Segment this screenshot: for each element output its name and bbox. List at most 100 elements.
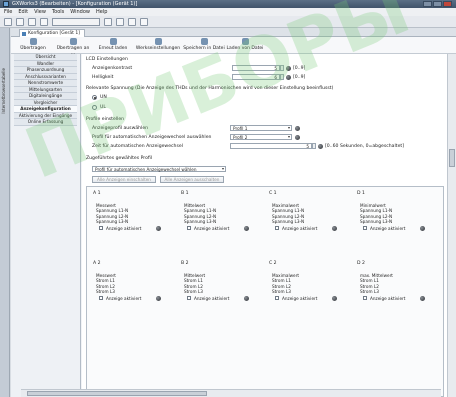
menu-window[interactable]: Window — [70, 8, 90, 16]
reload-icon — [109, 38, 117, 45]
display-enabled-checkbox[interactable] — [275, 225, 279, 230]
menu-help[interactable]: Help — [96, 8, 107, 16]
display-enabled-checkbox[interactable] — [187, 295, 191, 300]
toolbar-combo[interactable] — [52, 17, 100, 26]
side-panel-label: Internetbrowsertabelle — [1, 68, 6, 114]
auto-time-spinner[interactable] — [312, 143, 316, 149]
tab-configuration[interactable]: Konfiguration [Gerät 1] — [19, 29, 85, 37]
menu-edit[interactable]: Edit — [18, 8, 28, 16]
display-grid-panel: A 1 B 1 C 1 D 1 Messwert Spannung L1-N Spannun… — [86, 186, 444, 397]
window-controls — [423, 1, 452, 7]
nav-item[interactable]: Online Erfassung — [14, 119, 77, 126]
contrast-range: [0..9] — [293, 66, 306, 71]
brightness-spinner[interactable] — [280, 74, 284, 80]
horizontal-scrollbar[interactable] — [21, 389, 441, 397]
contrast-spinner[interactable] — [280, 65, 284, 71]
contrast-field[interactable]: 5 — [232, 65, 280, 71]
maximize-button[interactable] — [433, 1, 442, 7]
editor-tab-row: Konfiguration [Gerät 1] — [11, 28, 456, 37]
voltage-section-title: Relevante Spannung (Die Anzeige des THDs… — [86, 86, 334, 91]
minimize-button[interactable] — [423, 1, 432, 7]
nav-item[interactable]: Anzeigekonfiguration — [14, 106, 77, 113]
display-enabled-label: Anzeige aktiviert — [370, 225, 406, 231]
reload-label: Erneut laden — [98, 46, 128, 51]
window-icon[interactable] — [128, 17, 136, 26]
close-button[interactable] — [443, 1, 452, 7]
profile-select[interactable]: Profil 1 — [230, 125, 292, 131]
config-nav: Übersicht Wandler Phasenzuordnung Anschluss… — [11, 54, 81, 397]
save-icon[interactable] — [16, 17, 24, 26]
factory-settings-button[interactable]: Werkseinstellungen — [135, 38, 181, 51]
load-file-label: Laden von Datei — [226, 46, 264, 51]
display-enabled-label: Anzeige aktiviert — [282, 295, 318, 301]
display-enabled-checkbox[interactable] — [187, 225, 191, 230]
load-file-icon — [241, 38, 249, 45]
card-body: Minimalwert Spannung L1-N Spannung L2-N Spa… — [357, 203, 434, 232]
display-enabled-label: Anzeige aktiviert — [194, 225, 230, 231]
menu-tools[interactable]: Tools — [52, 8, 64, 16]
main-toolbar — [0, 16, 456, 28]
gear-icon[interactable] — [116, 17, 124, 26]
brightness-field[interactable]: 6 — [232, 74, 280, 80]
radio-un-label: UN — [100, 95, 107, 100]
reload-button[interactable]: Erneut laden — [95, 38, 131, 51]
page-toolbar: Übertragen Übertragen an ... Erneut lade… — [11, 37, 456, 56]
display-enabled-checkbox[interactable] — [275, 295, 279, 300]
display-enabled-checkbox[interactable] — [363, 225, 367, 230]
window-titlebar: GXWorks3 (Bearbeiten) - [Konfiguration (… — [0, 0, 456, 8]
card-status-icon — [332, 225, 337, 231]
save-to-file-button[interactable]: Speichern in Datei — [183, 38, 225, 51]
grid-column-header: D 2 — [357, 261, 365, 266]
horizontal-scroll-thumb[interactable] — [27, 391, 207, 396]
profile-select-label: Anzeigeprofil auswählen — [92, 126, 149, 131]
grid-column-header: A 2 — [93, 261, 101, 266]
card-line: Strom L3 — [360, 289, 379, 295]
menu-view[interactable]: View — [34, 8, 46, 16]
display-enabled-checkbox[interactable] — [99, 225, 103, 230]
settings-icon[interactable] — [104, 17, 112, 26]
radio-un[interactable] — [92, 95, 97, 100]
profile-view-select[interactable]: Profil für automatischen Anzeigewechsel … — [92, 166, 226, 172]
menu-file[interactable]: File — [4, 8, 12, 16]
display-card: Messwert Spannung L1-N Spannung L2-N Spannu… — [93, 203, 170, 232]
vertical-scroll-thumb[interactable] — [449, 149, 455, 167]
display-enabled-checkbox[interactable] — [363, 295, 367, 300]
all-off-button[interactable]: Alle Anzeigen ausschalten — [160, 176, 224, 183]
upload-to-icon — [69, 38, 77, 45]
auto-profile-select[interactable]: Profil 2 — [230, 134, 292, 140]
card-status-icon — [244, 225, 249, 231]
display-card: Minimalwert Spannung L1-N Spannung L2-N Spa… — [357, 203, 434, 232]
card-body: Maximalwert Strom L1 Strom L2 Strom L3 Anzei… — [269, 273, 346, 302]
selected-profile-title: Zugeführtes gewähltes Profil — [86, 156, 153, 161]
load-from-file-button[interactable]: Laden von Datei — [225, 38, 265, 51]
card-status-icon — [244, 295, 249, 301]
card-body: Messwert Strom L1 Strom L2 Strom L3 Anzeige … — [93, 273, 170, 302]
grid-column-header: B 2 — [181, 261, 189, 266]
side-panel[interactable]: Internetbrowsertabelle — [0, 28, 10, 397]
pen-icon[interactable] — [140, 17, 148, 26]
radio-ul[interactable] — [92, 105, 97, 110]
factory-label: Werkseinstellungen — [135, 46, 181, 51]
grid-column-header: B 1 — [181, 191, 189, 196]
auto-time-status-icon — [318, 143, 323, 149]
profiles-section-title: Profile einstellen — [86, 117, 125, 122]
redo-icon[interactable] — [40, 17, 48, 26]
undo-icon[interactable] — [28, 17, 36, 26]
card-body: max. Mittelwert Strom L1 Strom L2 Strom L3 A… — [357, 273, 434, 302]
auto-time-field[interactable]: 5 — [230, 143, 312, 149]
card-body: Maximalwert Spannung L1-N Spannung L2-N Spa… — [269, 203, 346, 232]
auto-profile-status-icon — [295, 134, 300, 140]
vertical-scrollbar[interactable] — [447, 54, 456, 397]
new-icon[interactable] — [4, 17, 12, 26]
grid-column-header: A 1 — [93, 191, 101, 196]
profile-status-icon — [295, 125, 300, 131]
display-card: Maximalwert Strom L1 Strom L2 Strom L3 Anzei… — [269, 273, 346, 302]
card-body: Messwert Spannung L1-N Spannung L2-N Spannu… — [93, 203, 170, 232]
card-status-icon — [420, 225, 425, 231]
editor-area: Konfiguration [Gerät 1] Übertragen Übert… — [11, 28, 456, 397]
display-enabled-checkbox[interactable] — [99, 295, 103, 300]
all-on-button[interactable]: Alle Anzeigen einschalten — [92, 176, 156, 183]
upload-button[interactable]: Übertragen — [15, 38, 51, 51]
brightness-range: [0..9] — [293, 75, 306, 80]
card-status-icon — [156, 225, 161, 231]
